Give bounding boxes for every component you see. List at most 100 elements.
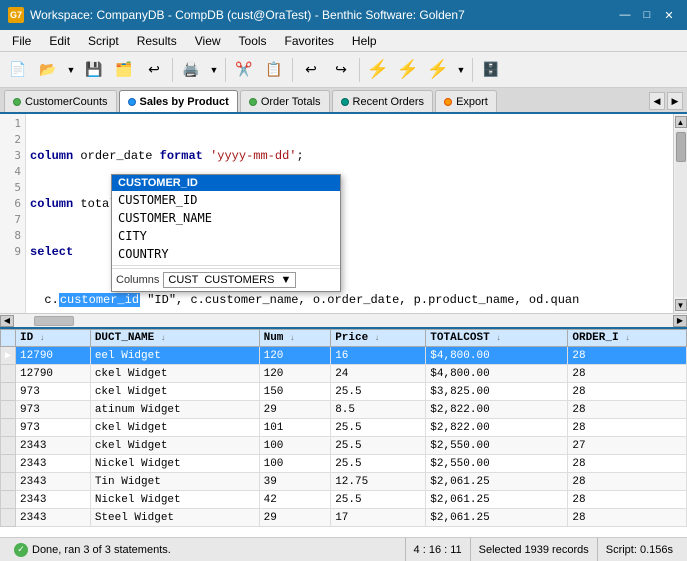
print-dropdown[interactable]: ▼ <box>207 56 221 84</box>
print-button[interactable]: 🖨️ <box>177 56 205 84</box>
line-num-1: 1 <box>0 116 25 132</box>
menu-script[interactable]: Script <box>80 32 127 50</box>
save-button[interactable]: 💾 <box>80 56 108 84</box>
cell-cost-0: $4,800.00 <box>426 347 568 365</box>
new-button[interactable]: 📄 <box>4 56 32 84</box>
col-num[interactable]: Num ↓ <box>259 330 331 347</box>
tabs-scroll-left[interactable]: ◀ <box>649 92 665 110</box>
col-id[interactable]: ID ↓ <box>16 330 91 347</box>
table-row[interactable]: 2343 Tin Widget 39 12.75 $2,061.25 28 <box>1 473 687 491</box>
execute3-button[interactable]: ⚡ <box>424 56 452 84</box>
save-all-button[interactable]: 🗂️ <box>110 56 138 84</box>
cell-oid-7: 28 <box>568 473 687 491</box>
separator-4 <box>359 58 360 82</box>
status-position: 4 : 16 : 11 <box>414 544 462 556</box>
copy-button[interactable]: 📋 <box>260 56 288 84</box>
table-row[interactable]: 12790 ckel Widget 120 24 $4,800.00 28 <box>1 365 687 383</box>
h-scroll-left-button[interactable]: ◀ <box>0 315 14 327</box>
autocomplete-table-cust: CUST <box>168 274 198 286</box>
cell-num-8: 42 <box>259 491 331 509</box>
cell-product-9: Steel Widget <box>90 509 259 527</box>
undo-button[interactable]: ↩ <box>297 56 325 84</box>
separator-1 <box>172 58 173 82</box>
cell-id-9: 2343 <box>16 509 91 527</box>
tab-sales-by-product[interactable]: Sales by Product <box>119 90 238 112</box>
h-scroll-thumb[interactable] <box>34 316 74 326</box>
menu-help[interactable]: Help <box>344 32 385 50</box>
execute2-button[interactable]: ⚡ <box>394 56 422 84</box>
autocomplete-item-2[interactable]: CITY <box>112 227 340 245</box>
tab-label-sales-by-product: Sales by Product <box>140 96 229 108</box>
table-row[interactable]: 973 atinum Widget 29 8.5 $2,822.00 28 <box>1 401 687 419</box>
execute-button[interactable]: ⚡ <box>364 56 392 84</box>
row-indicator-3 <box>1 401 16 419</box>
scroll-thumb[interactable] <box>676 132 686 162</box>
open-button[interactable]: 📂 <box>34 56 62 84</box>
cell-id-8: 2343 <box>16 491 91 509</box>
col-order-id[interactable]: ORDER_I ↓ <box>568 330 687 347</box>
table-row[interactable]: 2343 Nickel Widget 100 25.5 $2,550.00 28 <box>1 455 687 473</box>
line-num-7: 7 <box>0 212 25 228</box>
autocomplete-item-1[interactable]: CUSTOMER_NAME <box>112 209 340 227</box>
tab-label-customer-counts: CustomerCounts <box>25 96 108 108</box>
scroll-up-button[interactable]: ▲ <box>675 116 687 128</box>
autocomplete-item-0[interactable]: CUSTOMER_ID <box>112 191 340 209</box>
autocomplete-dropdown[interactable]: CUSTOMER_ID CUSTOMER_ID CUSTOMER_NAME CI… <box>111 174 341 292</box>
table-row[interactable]: 2343 Nickel Widget 42 25.5 $2,061.25 28 <box>1 491 687 509</box>
col-totalcost[interactable]: TOTALCOST ↓ <box>426 330 568 347</box>
menu-edit[interactable]: Edit <box>41 32 78 50</box>
tab-export[interactable]: Export <box>435 90 497 112</box>
maximize-button[interactable]: □ <box>637 5 657 25</box>
tab-dot-customer-counts <box>13 98 21 106</box>
autocomplete-item-3[interactable]: COUNTRY <box>112 245 340 263</box>
cell-product-6: Nickel Widget <box>90 455 259 473</box>
line-num-6: 6 <box>0 196 25 212</box>
editor-h-scrollbar[interactable]: ◀ ▶ <box>0 313 687 327</box>
close-button[interactable]: ✕ <box>659 5 679 25</box>
h-scroll-right-button[interactable]: ▶ <box>673 315 687 327</box>
line-num-5: 5 <box>0 180 25 196</box>
menu-results[interactable]: Results <box>129 32 185 50</box>
table-row[interactable]: 2343 Steel Widget 29 17 $2,061.25 28 <box>1 509 687 527</box>
open-dropdown[interactable]: ▼ <box>64 56 78 84</box>
scroll-down-button[interactable]: ▼ <box>675 299 687 311</box>
cell-num-2: 150 <box>259 383 331 401</box>
table-row[interactable]: 973 ckel Widget 101 25.5 $2,822.00 28 <box>1 419 687 437</box>
dropdown-arrow-icon[interactable]: ▼ <box>280 274 291 286</box>
col-product-name[interactable]: DUCT_NAME ↓ <box>90 330 259 347</box>
results-table: ID ↓ DUCT_NAME ↓ Num ↓ Price ↓ TOTALCOST… <box>0 329 687 527</box>
cell-cost-3: $2,822.00 <box>426 401 568 419</box>
tab-order-totals[interactable]: Order Totals <box>240 90 330 112</box>
vertical-scrollbar[interactable]: ▲ ▼ <box>673 114 687 313</box>
code-line-1: column order_date format 'yyyy-mm-dd'; <box>30 148 669 164</box>
cell-id-7: 2343 <box>16 473 91 491</box>
line-num-9: 9 <box>0 244 25 260</box>
autocomplete-table-dropdown[interactable]: CUST CUSTOMERS ▼ <box>163 272 296 288</box>
execute-dropdown[interactable]: ▼ <box>454 56 468 84</box>
tab-customer-counts[interactable]: CustomerCounts <box>4 90 117 112</box>
menu-file[interactable]: File <box>4 32 39 50</box>
tabs-scroll-right[interactable]: ▶ <box>667 92 683 110</box>
status-message-segment: ✓ Done, ran 3 of 3 statements. <box>6 538 406 561</box>
menu-tools[interactable]: Tools <box>231 32 275 50</box>
cell-oid-5: 27 <box>568 437 687 455</box>
menu-favorites[interactable]: Favorites <box>277 32 342 50</box>
cell-product-7: Tin Widget <box>90 473 259 491</box>
redo-button[interactable]: ↪ <box>327 56 355 84</box>
cell-price-6: 25.5 <box>331 455 426 473</box>
back-button[interactable]: ↩ <box>140 56 168 84</box>
menu-view[interactable]: View <box>187 32 229 50</box>
cut-button[interactable]: ✂️ <box>230 56 258 84</box>
table-row[interactable]: ▶ 12790 eel Widget 120 16 $4,800.00 28 <box>1 347 687 365</box>
cell-oid-2: 28 <box>568 383 687 401</box>
table-row[interactable]: 2343 ckel Widget 100 25.5 $2,550.00 27 <box>1 437 687 455</box>
table-row[interactable]: 973 ckel Widget 150 25.5 $3,825.00 28 <box>1 383 687 401</box>
tab-recent-orders[interactable]: Recent Orders <box>332 90 434 112</box>
tab-dot-recent-orders <box>341 98 349 106</box>
editor-area[interactable]: 1 2 3 4 5 6 7 8 9 column order_date form… <box>0 114 687 313</box>
col-price[interactable]: Price ↓ <box>331 330 426 347</box>
editor-content[interactable]: column order_date format 'yyyy-mm-dd'; c… <box>26 114 673 313</box>
grid-table[interactable]: ID ↓ DUCT_NAME ↓ Num ↓ Price ↓ TOTALCOST… <box>0 329 687 537</box>
db-button[interactable]: 🗄️ <box>477 56 505 84</box>
minimize-button[interactable]: — <box>615 5 635 25</box>
